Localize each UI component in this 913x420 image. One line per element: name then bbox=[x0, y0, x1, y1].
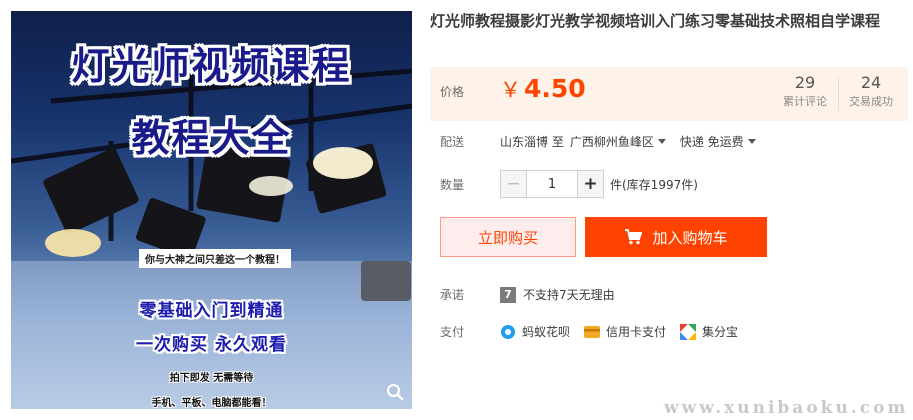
quantity-row: 数量 − + 件(库存1997件) bbox=[440, 170, 698, 198]
reviews-count: 29 bbox=[794, 73, 816, 92]
chevron-down-icon bbox=[747, 139, 756, 144]
image-headline-1: 灯光师视频课程 bbox=[71, 44, 352, 88]
site-watermark: www.xunibaoku.com bbox=[664, 398, 909, 418]
image-small-2: 手机、平板、电脑都能看！ bbox=[151, 398, 272, 409]
sold-count: 24 bbox=[860, 73, 882, 92]
payment-jifenbao[interactable]: 集分宝 bbox=[680, 323, 738, 340]
delivery-row: 配送 山东淄博 至 广西柳州鱼峰区 快递 免运费 bbox=[440, 133, 770, 150]
price-amount: 4.50 bbox=[524, 74, 586, 103]
price-label: 价格 bbox=[440, 85, 465, 99]
jifenbao-icon bbox=[680, 323, 697, 340]
quantity-stepper: − + bbox=[500, 170, 604, 198]
increase-button[interactable]: + bbox=[577, 171, 603, 197]
huabei-icon bbox=[500, 324, 516, 340]
shipping-method-dropdown[interactable]: 快递 免运费 bbox=[680, 133, 756, 150]
add-to-cart-label: 加入购物车 bbox=[652, 228, 728, 247]
price-value: ￥ 4.50 bbox=[500, 73, 586, 106]
product-image[interactable]: 灯光师视频课程 教程大全 你与大神之间只差这一个教程！ 零基础入门到精通 一次购… bbox=[11, 11, 412, 409]
destination-text: 广西柳州鱼峰区 bbox=[569, 135, 654, 149]
delivery-from: 山东淄博 至 bbox=[500, 135, 564, 149]
product-title: 灯光师教程摄影灯光教学视频培训入门练习零基础技术照相自学课程 bbox=[430, 12, 881, 30]
payment-label: 支付 bbox=[440, 325, 465, 339]
price-panel: 价格 ￥ 4.50 29 累计评论 24 交易成功 bbox=[430, 67, 908, 121]
payment-row: 支付 蚂蚁花呗 信用卡支付 集分宝 bbox=[440, 323, 752, 340]
currency-symbol: ￥ bbox=[500, 78, 521, 102]
quantity-input[interactable] bbox=[527, 171, 577, 197]
chevron-down-icon bbox=[657, 139, 666, 144]
delivery-label: 配送 bbox=[440, 135, 465, 149]
decrease-button[interactable]: − bbox=[501, 171, 527, 197]
magnifier-icon[interactable] bbox=[384, 381, 406, 403]
shipping-method-text: 快递 免运费 bbox=[679, 135, 744, 149]
promise-text[interactable]: 不支持7天无理由 bbox=[523, 286, 615, 303]
credit-card-icon bbox=[584, 325, 601, 339]
image-line-2: 一次购买 永久观看 bbox=[136, 335, 287, 355]
destination-dropdown[interactable]: 广西柳州鱼峰区 bbox=[570, 133, 666, 150]
payment-huabei-label: 蚂蚁花呗 bbox=[522, 325, 571, 339]
payment-credit-card-label: 信用卡支付 bbox=[606, 325, 667, 339]
payment-huabei[interactable]: 蚂蚁花呗 bbox=[500, 323, 570, 340]
image-headline-2: 教程大全 bbox=[131, 116, 292, 160]
cart-icon bbox=[624, 229, 643, 245]
sold-stat: 24 交易成功 bbox=[838, 73, 904, 111]
image-banner: 你与大神之间只差这一个教程！ bbox=[139, 249, 291, 268]
promise-label: 承诺 bbox=[440, 288, 465, 302]
quantity-label: 数量 bbox=[440, 177, 465, 192]
sold-label: 交易成功 bbox=[849, 95, 893, 108]
stock-text: 件(库存1997件) bbox=[610, 177, 698, 192]
reviews-stat[interactable]: 29 累计评论 bbox=[772, 73, 838, 111]
promise-row: 承诺 7 不支持7天无理由 bbox=[440, 286, 615, 303]
add-to-cart-button[interactable]: 加入购物车 bbox=[585, 217, 767, 257]
seven-day-badge-icon: 7 bbox=[500, 286, 516, 303]
payment-jifenbao-label: 集分宝 bbox=[702, 325, 739, 339]
image-small-1: 拍下即发 无需等待 bbox=[169, 373, 254, 384]
payment-credit-card[interactable]: 信用卡支付 bbox=[584, 323, 666, 340]
reviews-label: 累计评论 bbox=[783, 95, 827, 108]
image-line-1: 零基础入门到精通 bbox=[139, 301, 284, 321]
buy-now-button[interactable]: 立即购买 bbox=[440, 217, 576, 257]
